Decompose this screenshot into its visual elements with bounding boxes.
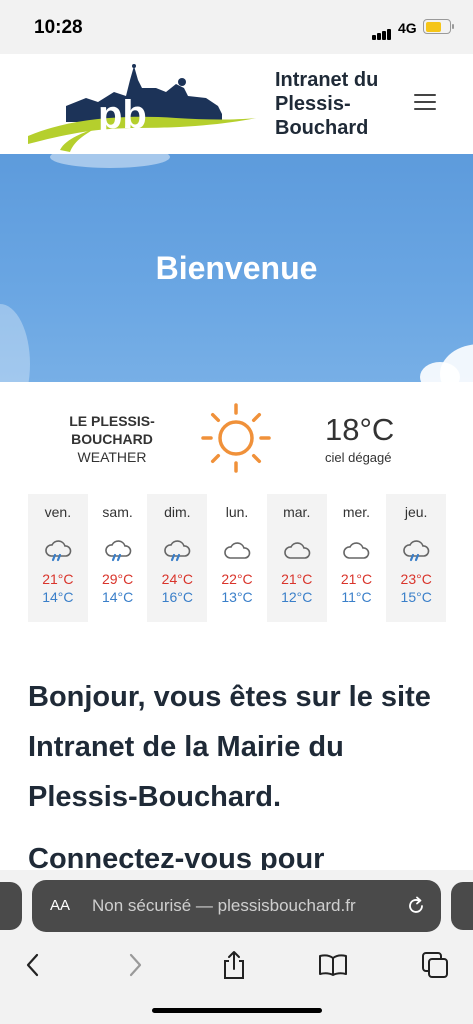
url-text[interactable]: Non sécurisé — plessisbouchard.fr: [92, 896, 392, 916]
home-indicator: [152, 1008, 322, 1013]
cloud-icon: [222, 538, 252, 564]
forecast-day: mer. 21°C 11°C: [326, 494, 387, 622]
forecast-low: 14°C: [42, 589, 74, 605]
browser-toolbar: AA Non sécurisé — plessisbouchard.fr: [0, 870, 473, 1024]
forecast-day: ven. 21°C 14°C: [28, 494, 88, 622]
forecast-high: 21°C: [340, 571, 373, 587]
hero-banner: Bienvenue: [0, 154, 473, 382]
forward-icon[interactable]: [120, 950, 150, 980]
forecast-day-name: mer.: [342, 504, 371, 520]
weather-location: LE PLESSIS- BOUCHARD WEATHER: [62, 412, 162, 466]
weather-location-line1: LE PLESSIS-: [69, 413, 155, 429]
cloud-icon: [282, 538, 312, 564]
forecast-day-name: lun.: [225, 504, 249, 520]
reload-icon[interactable]: [405, 895, 427, 922]
cloud-icon: [341, 538, 371, 564]
cellular-signal-icon: [372, 22, 392, 40]
back-icon[interactable]: [18, 950, 48, 980]
hero-title: Bienvenue: [155, 250, 318, 286]
tabs-icon[interactable]: [420, 950, 450, 980]
next-tab-preview[interactable]: [451, 882, 473, 930]
site-logo[interactable]: pb: [26, 58, 258, 159]
forecast-high: 24°C: [161, 571, 193, 587]
forecast-high: 21°C: [42, 571, 74, 587]
weather-temperature: 18°C: [325, 412, 395, 447]
bookmarks-icon[interactable]: [318, 950, 348, 980]
forecast-low: 16°C: [161, 589, 193, 605]
weather-description: ciel dégagé: [325, 450, 392, 465]
forecast-low: 12°C: [281, 589, 313, 605]
sun-icon: [200, 402, 272, 479]
network-type: 4G: [398, 20, 417, 36]
status-time: 10:28: [34, 17, 83, 38]
site-title: Intranet du Plessis-Bouchard: [275, 69, 379, 139]
logo-text: pb: [98, 93, 147, 137]
forecast-day-name: mar.: [283, 504, 311, 520]
forecast-high: 23°C: [400, 571, 432, 587]
forecast-day-name: dim.: [164, 504, 191, 520]
rain-cloud-icon: [162, 538, 192, 564]
previous-tab-preview[interactable]: [0, 882, 22, 930]
main-content: Bonjour, vous êtes sur le site Intranet …: [28, 672, 448, 884]
forecast-low: 13°C: [221, 589, 253, 605]
weather-label: WEATHER: [77, 449, 147, 465]
forecast-low: 15°C: [400, 589, 432, 605]
forecast-low: 14°C: [101, 589, 134, 605]
weather-location-line2: BOUCHARD: [71, 431, 153, 447]
forecast-high: 22°C: [221, 571, 253, 587]
forecast-high: 21°C: [281, 571, 313, 587]
forecast-day-name: ven.: [44, 504, 72, 520]
status-bar: 10:28 4G: [0, 0, 473, 54]
forecast-high: 29°C: [101, 571, 134, 587]
forecast-low: 11°C: [341, 589, 372, 605]
forecast-day: lun. 22°C 13°C: [207, 494, 267, 622]
share-icon[interactable]: [219, 950, 249, 980]
forecast-day-name: sam.: [102, 504, 133, 520]
browser-nav-bar: [0, 950, 473, 990]
forecast-day: sam. 29°C 14°C: [87, 494, 148, 622]
battery-icon: [423, 19, 454, 34]
weather-widget: LE PLESSIS- BOUCHARD WEATHER 18°C ciel d…: [0, 382, 473, 632]
forecast-day: dim. 24°C 16°C: [147, 494, 208, 622]
weather-forecast: ven. 21°C 14°C sam. 29°C 14°C dim. 24°C …: [28, 494, 447, 622]
rain-cloud-icon: [43, 538, 73, 564]
site-header: pb Intranet du Plessis-Bouchard: [0, 54, 473, 154]
rain-cloud-icon: [401, 538, 431, 564]
forecast-day: jeu. 23°C 15°C: [386, 494, 447, 622]
reader-options-button[interactable]: AA: [50, 897, 70, 914]
forecast-day-name: jeu.: [404, 504, 428, 520]
hamburger-menu-icon[interactable]: [414, 94, 436, 112]
rain-cloud-icon: [103, 538, 133, 564]
intro-heading: Bonjour, vous êtes sur le site Intranet …: [28, 681, 431, 813]
address-bar[interactable]: AA Non sécurisé — plessisbouchard.fr: [32, 880, 441, 932]
forecast-day: mar. 21°C 12°C: [266, 494, 327, 622]
